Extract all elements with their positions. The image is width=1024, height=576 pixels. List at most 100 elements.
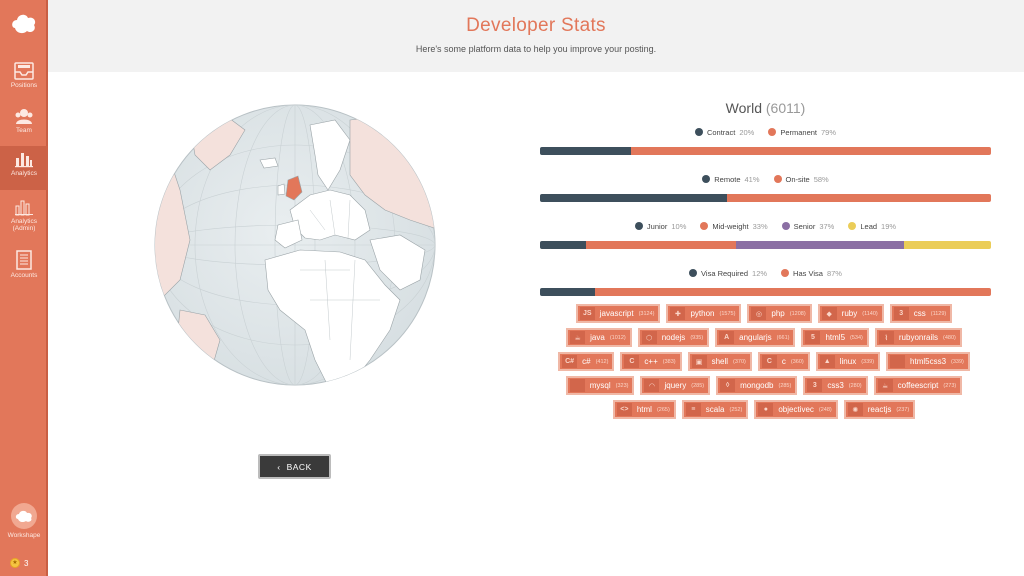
sidebar-item-team[interactable]: Team <box>0 103 48 147</box>
legend-pct: 58% <box>813 174 829 184</box>
legend-item: Junior 10% <box>634 221 687 231</box>
sidebar-item-analytics[interactable]: Analytics <box>0 146 48 190</box>
sidebar-item-label: Analytics <box>10 218 37 225</box>
tag-row: mysql (323) ◠ jquery (285) ◊ mongodb (285) 3 css3… <box>554 376 974 400</box>
tag-html5[interactable]: 5 html5 (534) <box>801 328 869 347</box>
legend-item: Lead 19% <box>848 222 896 231</box>
legend-label: Mid-weight <box>712 221 749 231</box>
tag-shell[interactable]: ▣ shell (370) <box>687 352 752 371</box>
tag-name: c# <box>582 357 591 366</box>
bar-segment-senior <box>735 241 905 249</box>
tag-count: (534) <box>850 334 863 341</box>
back-button-label: BACK <box>286 461 312 472</box>
tag-jquery[interactable]: ◠ jquery (285) <box>640 376 711 395</box>
bar-segment-on-site <box>726 194 991 202</box>
legend-dot <box>848 222 857 230</box>
sidebar-item-positions[interactable]: Positions <box>0 58 48 102</box>
page-subtitle: Here's some platform data to help you im… <box>415 44 657 54</box>
tag-name: objectivec <box>778 405 814 414</box>
legend-dot <box>700 222 709 230</box>
tag-coffeescript[interactable]: ☕ coffeescript (273) <box>873 376 963 395</box>
legend-dot <box>781 222 790 230</box>
legend-dot <box>781 269 790 277</box>
tag-java[interactable]: ☕ java (1012) <box>566 328 632 347</box>
world-globe[interactable] <box>150 100 440 390</box>
html5css3-icon <box>890 355 906 368</box>
tag-count: (1140) <box>862 310 878 317</box>
contract-legend: Contract 20% Permanent 79% <box>540 126 991 138</box>
tag-count: (339) <box>951 358 964 365</box>
tag-nodejs[interactable]: ⬡ nodejs (935) <box>637 328 710 347</box>
tag-php[interactable]: ◎ php (1208) <box>747 304 812 323</box>
workshape-label: Workshape <box>7 532 41 539</box>
tag-reactjs[interactable]: ✺ reactjs (237) <box>843 400 916 419</box>
html5-icon: 5 <box>805 331 821 344</box>
tag-scala[interactable]: ≡ scala (252) <box>681 400 749 419</box>
bar-segment-remote <box>540 194 727 202</box>
legend-item: Has Visa 87% <box>781 269 842 278</box>
tag-row: C# c# (412) Cc++ (383) ▣ shell (370) Cc (360) ▲ lin… <box>554 352 974 376</box>
location-legend: Remote 41% On-site 58% <box>540 173 991 185</box>
tag-name: java <box>590 333 605 342</box>
tag-css3[interactable]: 3 css3 (280) <box>803 376 868 395</box>
legend-item: Senior 37% <box>781 222 834 231</box>
css3-icon: 3 <box>807 379 823 392</box>
tag-row: ☕ java (1012) ⬡ nodejs (935) Aangularjs (661) 5 h… <box>554 328 974 352</box>
workshape-profile[interactable]: Workshape <box>0 503 48 539</box>
tag-mongodb[interactable]: ◊ mongodb (285) <box>716 376 798 395</box>
tag-name: nodejs <box>661 333 686 342</box>
page-header: Developer Stats Here's some platform dat… <box>48 0 1024 72</box>
tag-row: <> html (265) ≡ scala (252) ● objectivec (248) ✺ r… <box>554 400 974 424</box>
technology-tags: JS javascript (3124) ✚ python (1575) ◎ php (1208… <box>554 304 974 424</box>
tag-rubyonrails[interactable]: ⌇ rubyonrails (480) <box>874 328 962 347</box>
tag-name: html5 <box>825 333 846 342</box>
bar-segment-junior <box>540 241 586 249</box>
legend-pct: 10% <box>671 221 687 231</box>
tag-html5css3[interactable]: html5css3 (339) <box>886 352 970 371</box>
workshape-avatar <box>11 503 37 529</box>
objectivec-icon: ● <box>758 403 774 416</box>
coin-balance[interactable]: ★ 3 <box>10 557 28 569</box>
tag-python[interactable]: ✚ python (1575) <box>666 304 742 323</box>
legend-item: Remote 41% <box>702 175 760 184</box>
tag-name: c++ <box>644 357 658 366</box>
tag-c-[interactable]: Cc++ (383) <box>620 352 682 371</box>
tag-count: (1575) <box>719 310 736 317</box>
tag-javascript[interactable]: JS javascript (3124) <box>575 304 661 323</box>
workshape-logo[interactable] <box>9 10 39 38</box>
tag-css[interactable]: 3 css (1129) <box>889 304 953 323</box>
scala-icon: ≡ <box>685 403 701 416</box>
tag-name: css <box>913 309 926 318</box>
sidebar-item-accounts[interactable]: Accounts <box>0 246 48 290</box>
tag-linux[interactable]: ▲ linux (339) <box>815 352 881 371</box>
tag-name: mysql <box>589 381 611 390</box>
tag-c[interactable]: Cc (360) <box>757 352 810 371</box>
legend-dot <box>634 222 643 230</box>
legend-item: Visa Required 12% <box>689 269 767 278</box>
back-button[interactable]: ‹ BACK <box>258 454 331 479</box>
tag-name: coffeescript <box>897 381 939 390</box>
mysql-icon <box>569 379 585 392</box>
tag-count: (252) <box>729 406 743 413</box>
globe-map[interactable] <box>150 100 440 390</box>
legend-dot <box>694 128 703 136</box>
tag-objectivec[interactable]: ● objectivec (248) <box>754 400 838 419</box>
tag-c-[interactable]: C# c# (412) <box>558 352 615 371</box>
tag-ruby[interactable]: ◆ ruby (1140) <box>817 304 884 323</box>
legend-label: Permanent <box>780 127 818 137</box>
jquery-icon: ◠ <box>644 379 660 392</box>
tag-count: (661) <box>776 334 790 341</box>
tag-count: (285) <box>778 382 792 389</box>
tag-count: (1129) <box>930 310 947 317</box>
bar-chart-icon <box>15 153 33 168</box>
legend-dot <box>702 175 711 183</box>
legend-label: Lead <box>860 221 878 231</box>
coin-count: 3 <box>24 558 29 568</box>
ledger-icon <box>16 250 32 270</box>
tag-angularjs[interactable]: Aangularjs (661) <box>715 328 796 347</box>
tag-name: mongodb <box>740 381 774 390</box>
legend-label: Visa Required <box>701 268 749 278</box>
sidebar-item-analytics-admin[interactable]: Analytics (Admin) <box>0 194 48 242</box>
tag-html[interactable]: <> html (265) <box>612 400 676 419</box>
tag-mysql[interactable]: mysql (323) <box>565 376 635 395</box>
